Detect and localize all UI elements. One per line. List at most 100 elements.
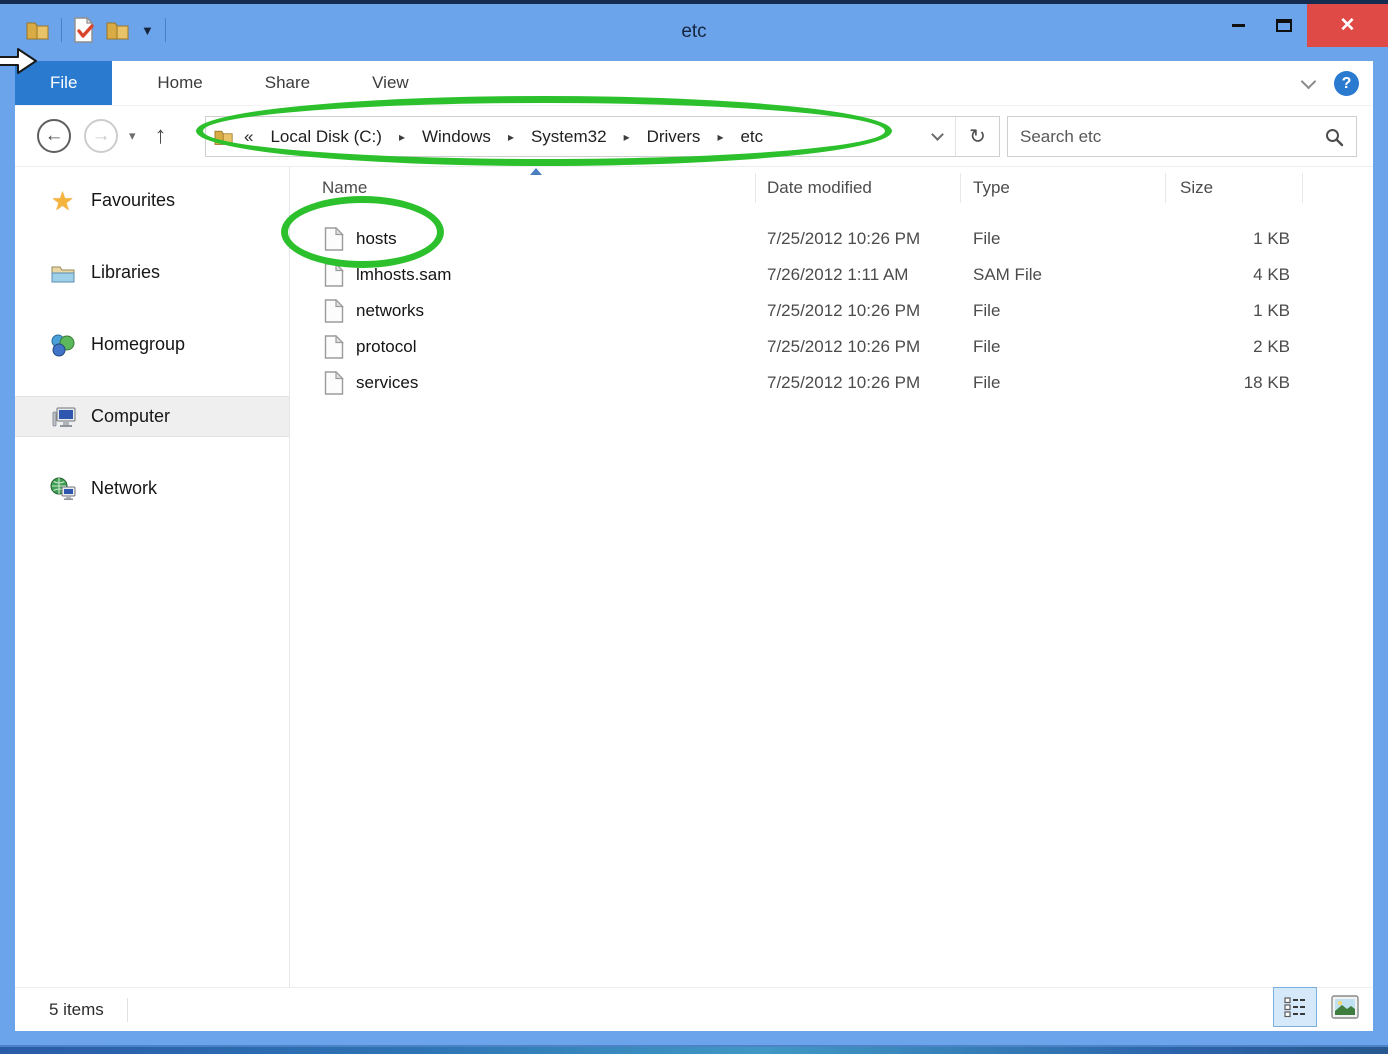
column-divider[interactable] — [755, 173, 756, 203]
column-header-type[interactable]: Type — [973, 167, 1010, 209]
title-bar: ▼ etc ✕ — [0, 4, 1388, 61]
refresh-icon[interactable]: ↻ — [955, 117, 999, 156]
explorer-window: ▼ etc ✕ File Home Share View ? — [0, 0, 1388, 1047]
minimize-icon — [1232, 24, 1245, 27]
breadcrumb-item-drivers[interactable]: Drivers — [647, 127, 701, 147]
file-size: 18 KB — [1170, 365, 1290, 401]
properties-icon[interactable] — [73, 17, 95, 43]
file-row-protocol[interactable]: protocol 7/25/2012 10:26 PM File 2 KB — [290, 329, 1373, 365]
file-icon — [324, 257, 344, 293]
main-area: ★ Favourites Libraries — [15, 167, 1373, 987]
breadcrumb-item-windows[interactable]: Windows — [422, 127, 491, 147]
breadcrumb-item-system32[interactable]: System32 — [531, 127, 607, 147]
tab-file[interactable]: File — [15, 61, 112, 105]
column-header-size[interactable]: Size — [1180, 167, 1213, 209]
breadcrumb-item-etc[interactable]: etc — [740, 127, 763, 147]
file-date: 7/25/2012 10:26 PM — [767, 329, 920, 365]
file-size: 1 KB — [1170, 293, 1290, 329]
sidebar-item-favourites[interactable]: ★ Favourites — [15, 180, 289, 221]
file-row-hosts[interactable]: hosts 7/25/2012 10:26 PM File 1 KB — [290, 221, 1373, 257]
breadcrumb-collapse-chevron[interactable]: « — [244, 127, 253, 147]
sidebar-item-label: Favourites — [91, 190, 175, 211]
up-button[interactable]: ↑ — [155, 122, 167, 150]
file-name: services — [356, 365, 418, 401]
file-date: 7/25/2012 10:26 PM — [767, 293, 920, 329]
breadcrumb: « Local Disk (C:) ▸ Windows ▸ System32 ▸… — [244, 127, 763, 147]
file-date: 7/25/2012 10:26 PM — [767, 221, 920, 257]
file-row-networks[interactable]: networks 7/25/2012 10:26 PM File 1 KB — [290, 293, 1373, 329]
file-name: networks — [356, 293, 424, 329]
maximize-button[interactable] — [1261, 4, 1307, 47]
window-content: File Home Share View ? ← → ▾ ↑ — [15, 61, 1373, 1031]
help-icon[interactable]: ? — [1334, 71, 1359, 96]
tab-view[interactable]: View — [341, 61, 440, 105]
file-type: File — [973, 365, 1000, 401]
close-button[interactable]: ✕ — [1307, 4, 1388, 47]
file-size: 1 KB — [1170, 221, 1290, 257]
navigation-pane: ★ Favourites Libraries — [15, 167, 290, 987]
file-row-lmhosts[interactable]: lmhosts.sam 7/26/2012 1:11 AM SAM File 4… — [290, 257, 1373, 293]
details-view-button[interactable] — [1273, 987, 1317, 1027]
tab-home[interactable]: Home — [126, 61, 233, 105]
window-title: etc — [200, 21, 1188, 43]
nav-buttons: ← → ▾ ↑ — [37, 119, 167, 153]
file-type: File — [973, 221, 1000, 257]
view-toggle-buttons — [1273, 987, 1367, 1027]
toolbar-separator — [165, 18, 166, 42]
file-row-services[interactable]: services 7/25/2012 10:26 PM File 18 KB — [290, 365, 1373, 401]
folder-icon[interactable] — [26, 19, 50, 41]
libraries-icon — [49, 260, 76, 285]
sidebar-item-network[interactable]: Network — [15, 468, 289, 509]
column-divider[interactable] — [1302, 173, 1303, 203]
search-box[interactable] — [1007, 116, 1357, 157]
homegroup-icon — [49, 332, 76, 357]
file-rows: hosts 7/25/2012 10:26 PM File 1 KB lmhos… — [290, 209, 1373, 401]
search-input[interactable] — [1020, 127, 1324, 147]
collapse-ribbon-icon[interactable] — [1301, 73, 1317, 89]
recent-locations-caret-icon[interactable]: ▾ — [129, 128, 136, 144]
ribbon-tab-row: File Home Share View ? — [15, 61, 1373, 106]
sidebar-item-computer[interactable]: Computer — [15, 396, 289, 437]
forward-button[interactable]: → — [84, 119, 118, 153]
file-size: 2 KB — [1170, 329, 1290, 365]
column-divider[interactable] — [960, 173, 961, 203]
window-controls: ✕ — [1215, 4, 1388, 47]
minimize-button[interactable] — [1215, 4, 1261, 47]
file-date: 7/26/2012 1:11 AM — [767, 257, 908, 293]
column-header-date-modified[interactable]: Date modified — [767, 167, 872, 209]
address-dropdown-icon[interactable] — [919, 135, 955, 139]
status-bar: 5 items — [15, 987, 1373, 1031]
file-date: 7/25/2012 10:26 PM — [767, 365, 920, 401]
maximize-icon — [1276, 19, 1292, 32]
breadcrumb-item-local-disk[interactable]: Local Disk (C:) — [270, 127, 381, 147]
network-icon — [49, 476, 76, 501]
address-bar[interactable]: « Local Disk (C:) ▸ Windows ▸ System32 ▸… — [205, 116, 1000, 157]
tab-share[interactable]: Share — [234, 61, 341, 105]
sidebar-item-homegroup[interactable]: Homegroup — [15, 324, 289, 365]
ribbon-right-controls: ? — [1303, 61, 1359, 106]
breadcrumb-separator-icon: ▸ — [399, 130, 405, 144]
back-button[interactable]: ← — [37, 119, 71, 153]
breadcrumb-separator-icon: ▸ — [717, 130, 723, 144]
breadcrumb-separator-icon: ▸ — [624, 130, 630, 144]
navigation-bar: ← → ▾ ↑ « Local Disk (C:) ▸ Windows — [15, 106, 1373, 167]
toolbar-separator — [61, 18, 62, 42]
column-headers: Name Date modified Type Size — [290, 167, 1373, 209]
breadcrumb-separator-icon: ▸ — [508, 130, 514, 144]
computer-icon — [49, 404, 76, 429]
sidebar-item-libraries[interactable]: Libraries — [15, 252, 289, 293]
file-type: SAM File — [973, 257, 1042, 293]
sidebar-item-label: Libraries — [91, 262, 160, 283]
column-divider[interactable] — [1165, 173, 1166, 203]
thumbnail-view-button[interactable] — [1323, 987, 1367, 1027]
new-folder-icon[interactable] — [106, 19, 130, 41]
file-icon — [324, 221, 344, 257]
file-name: hosts — [356, 221, 397, 257]
status-divider — [127, 998, 128, 1022]
search-icon[interactable] — [1324, 127, 1344, 147]
item-count: 5 items — [49, 1000, 104, 1020]
customize-toolbar-caret-icon[interactable]: ▼ — [141, 24, 154, 37]
desktop-screen: ▼ etc ✕ File Home Share View ? — [0, 0, 1388, 1054]
column-header-name[interactable]: Name — [322, 167, 367, 209]
file-name: lmhosts.sam — [356, 257, 451, 293]
